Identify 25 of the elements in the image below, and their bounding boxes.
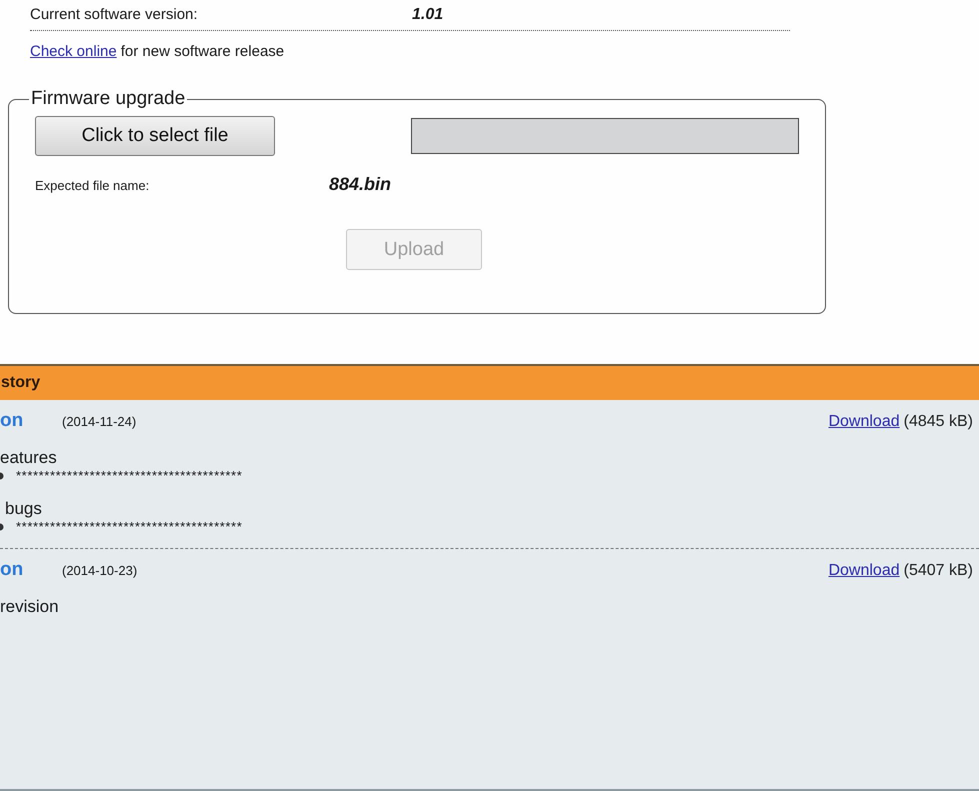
section-heading: eatures xyxy=(0,448,58,468)
release-date: (2014-11-24) xyxy=(62,414,138,429)
section-heading: revision xyxy=(0,597,60,617)
bullet-icon xyxy=(0,522,4,530)
select-file-button[interactable]: Click to select file xyxy=(35,116,275,156)
change-item: **************************************** xyxy=(16,468,242,483)
expected-value: 884.bin xyxy=(329,174,392,195)
file-size: (4845 kB) xyxy=(904,413,973,431)
release-title: on xyxy=(0,559,24,581)
file-field[interactable] xyxy=(411,118,799,154)
file-size: (5407 kB) xyxy=(904,562,973,580)
bullet-icon xyxy=(0,472,4,480)
section-heading: bugs xyxy=(5,499,43,519)
history-title: story xyxy=(1,374,40,392)
version-label: Current software version: xyxy=(30,6,199,23)
expected-label: Expected file name: xyxy=(35,178,150,193)
check-online-link[interactable]: Check online xyxy=(30,43,117,60)
download-link[interactable]: Download xyxy=(828,413,900,431)
change-item: **************************************** xyxy=(16,519,242,534)
version-value: 1.01 xyxy=(412,6,444,24)
release-title: on xyxy=(0,410,24,432)
download-link[interactable]: Download xyxy=(828,562,900,580)
release-date: (2014-10-23) xyxy=(62,563,138,578)
check-text: for new software release xyxy=(120,43,284,60)
firmware-legend: Firmware upgrade xyxy=(29,88,188,110)
